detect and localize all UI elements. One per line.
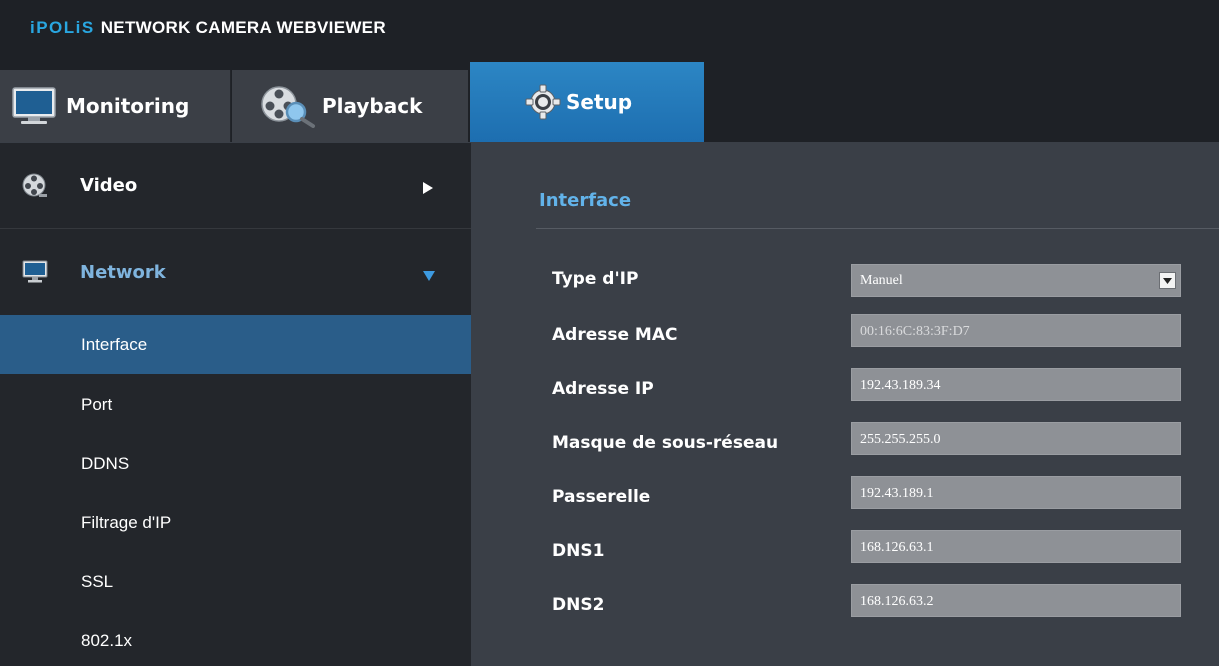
sidebar-item-label: Port — [81, 395, 113, 414]
film-reel-search-icon — [258, 84, 316, 128]
ip-type-value: Manuel — [860, 273, 903, 288]
section-divider — [536, 228, 1219, 229]
main-panel: Interface Type d'IP Manuel Adresse MAC 0… — [471, 143, 1219, 666]
gateway-label: Passerelle — [552, 487, 651, 507]
dropdown-arrow-icon[interactable] — [1159, 272, 1176, 289]
ip-type-label: Type d'IP — [552, 269, 639, 289]
sidebar-item-interface[interactable]: Interface — [0, 315, 471, 374]
sidebar-item-port[interactable]: Port — [0, 375, 471, 434]
gear-icon — [524, 83, 562, 121]
monitor-icon — [22, 260, 48, 289]
tab-label: Setup — [566, 90, 633, 114]
sidebar-item-label: Filtrage d'IP — [81, 513, 172, 532]
tab-label: Monitoring — [66, 94, 190, 118]
sidebar-group-network[interactable]: Network — [0, 230, 471, 316]
ip-type-select[interactable]: Manuel — [851, 264, 1181, 297]
chevron-down-icon — [422, 266, 436, 287]
subnet-mask-field[interactable]: 255.255.255.0 — [851, 422, 1181, 455]
film-reel-icon — [22, 173, 48, 204]
dns2-field[interactable]: 168.126.63.2 — [851, 584, 1181, 617]
mac-address-label: Adresse MAC — [552, 325, 678, 345]
sidebar-item-label: Interface — [81, 335, 148, 354]
sidebar: Video Network Interface Port DDNS Filtra… — [0, 143, 471, 666]
sidebar-group-label: Video — [80, 175, 138, 196]
tab-monitoring[interactable]: Monitoring — [0, 70, 231, 142]
app-title: iPOLiS NETWORK CAMERA WEBVIEWER — [30, 18, 386, 38]
tab-setup[interactable]: Setup — [470, 62, 704, 142]
sidebar-item-ssl[interactable]: SSL — [0, 552, 471, 611]
sidebar-item-label: SSL — [81, 572, 114, 591]
main-tabbar: Monitoring Playback Setup — [0, 62, 1219, 209]
gateway-field[interactable]: 192.43.189.1 — [851, 476, 1181, 509]
tab-label: Playback — [322, 94, 423, 118]
sidebar-item-ddns[interactable]: DDNS — [0, 434, 471, 493]
app-title-text: NETWORK CAMERA WEBVIEWER — [100, 18, 386, 37]
sidebar-group-label: Network — [80, 262, 166, 283]
chevron-right-icon — [422, 179, 434, 200]
section-title: Interface — [539, 190, 632, 211]
sidebar-item-ip-filtering[interactable]: Filtrage d'IP — [0, 493, 471, 552]
dns1-field[interactable]: 168.126.63.1 — [851, 530, 1181, 563]
subnet-mask-label: Masque de sous-réseau — [552, 433, 779, 453]
dns1-label: DNS1 — [552, 541, 605, 561]
sidebar-group-video[interactable]: Video — [0, 143, 471, 229]
ip-address-field[interactable]: 192.43.189.34 — [851, 368, 1181, 401]
sidebar-item-8021x[interactable]: 802.1x — [0, 611, 471, 666]
mac-address-field: 00:16:6C:83:3F:D7 — [851, 314, 1181, 347]
brand-logo: iPOLiS — [30, 18, 95, 37]
ip-address-label: Adresse IP — [552, 379, 654, 399]
dns2-label: DNS2 — [552, 595, 605, 615]
tab-playback[interactable]: Playback — [232, 70, 468, 142]
webviewer-app: iPOLiS NETWORK CAMERA WEBVIEWER Monitorin… — [0, 0, 1219, 666]
sidebar-item-label: 802.1x — [81, 631, 133, 650]
monitor-icon — [12, 86, 56, 126]
title-bar: iPOLiS NETWORK CAMERA WEBVIEWER — [0, 0, 1219, 66]
sidebar-item-label: DDNS — [81, 454, 130, 473]
